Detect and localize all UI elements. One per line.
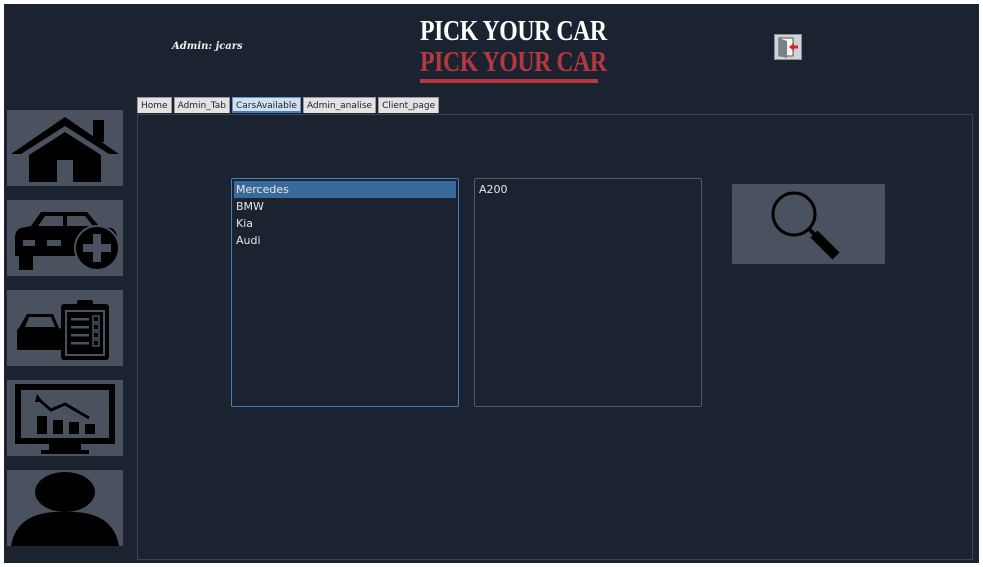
- models-listbox[interactable]: A200: [474, 178, 702, 407]
- tab-cars-available[interactable]: CarsAvailable: [232, 97, 301, 113]
- app-window: Admin: jcars PICK YOUR CAR PICK YOUR CAR: [4, 4, 979, 563]
- sidebar-user-button[interactable]: [7, 470, 123, 546]
- model-list-item[interactable]: A200: [477, 181, 699, 198]
- brand-list-item[interactable]: Audi: [234, 232, 456, 249]
- admin-user-label: Admin: jcars: [172, 41, 243, 52]
- brand-list-item[interactable]: Mercedes: [234, 181, 456, 198]
- tab-home[interactable]: Home: [137, 97, 172, 113]
- sidebar-add-car-button[interactable]: [7, 200, 123, 276]
- tab-bar: Home Admin_Tab CarsAvailable Admin_anali…: [137, 97, 440, 114]
- monitor-chart-icon: [15, 384, 115, 454]
- search-button[interactable]: [732, 184, 885, 264]
- logo-title-red: PICK YOUR CAR: [420, 46, 607, 78]
- car-add-icon: [15, 212, 120, 271]
- logo-underline: [420, 79, 598, 83]
- brand-list-item[interactable]: Kia: [234, 215, 456, 232]
- logout-door-icon: [778, 37, 798, 58]
- app-logo: PICK YOUR CAR PICK YOUR CAR: [420, 15, 607, 87]
- home-icon: [11, 117, 119, 182]
- logo-title-white: PICK YOUR CAR: [420, 15, 607, 47]
- sidebar-analytics-button[interactable]: [7, 380, 123, 456]
- sidebar-car-report-button[interactable]: [7, 290, 123, 366]
- brand-list-item[interactable]: BMW: [234, 198, 456, 215]
- tab-admin-tab[interactable]: Admin_Tab: [173, 97, 230, 113]
- search-icon: [771, 191, 840, 260]
- logout-button[interactable]: [774, 34, 802, 60]
- brands-listbox[interactable]: Mercedes BMW Kia Audi: [231, 178, 459, 407]
- tab-admin-analise[interactable]: Admin_analise: [302, 97, 377, 113]
- tab-client-page[interactable]: Client_page: [378, 97, 440, 113]
- user-icon: [11, 472, 119, 546]
- sidebar-home-button[interactable]: [7, 110, 123, 186]
- car-clipboard-icon: [17, 300, 109, 360]
